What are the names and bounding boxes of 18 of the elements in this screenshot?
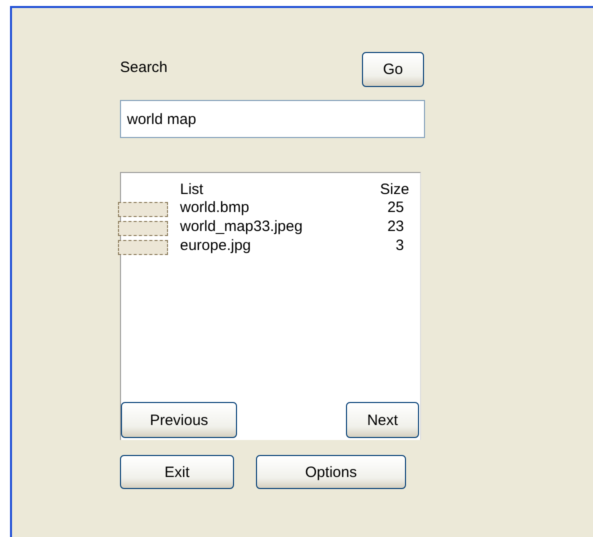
next-button[interactable]: Next (346, 402, 419, 438)
thumbnail-placeholder (118, 240, 168, 255)
options-button[interactable]: Options (256, 455, 406, 489)
column-header: Size (380, 181, 410, 198)
search-field[interactable]: world map (120, 100, 425, 138)
file-name[interactable]: europe.jpg (180, 237, 368, 255)
file-name[interactable]: world_map33.jpeg (180, 218, 368, 236)
thumbnail-placeholder (118, 221, 168, 236)
file-size[interactable]: 3 (380, 237, 432, 255)
previous-button[interactable]: Previous (121, 402, 237, 438)
thumbnail-placeholder (118, 202, 168, 217)
exit-button[interactable]: Exit (120, 455, 234, 489)
search-label: Search (120, 59, 168, 78)
file-size[interactable]: 25 (380, 199, 432, 217)
column-header: List (180, 181, 204, 198)
go-button[interactable]: Go (362, 52, 424, 87)
file-name[interactable]: world.bmp (180, 199, 368, 217)
file-size[interactable]: 23 (380, 218, 432, 236)
